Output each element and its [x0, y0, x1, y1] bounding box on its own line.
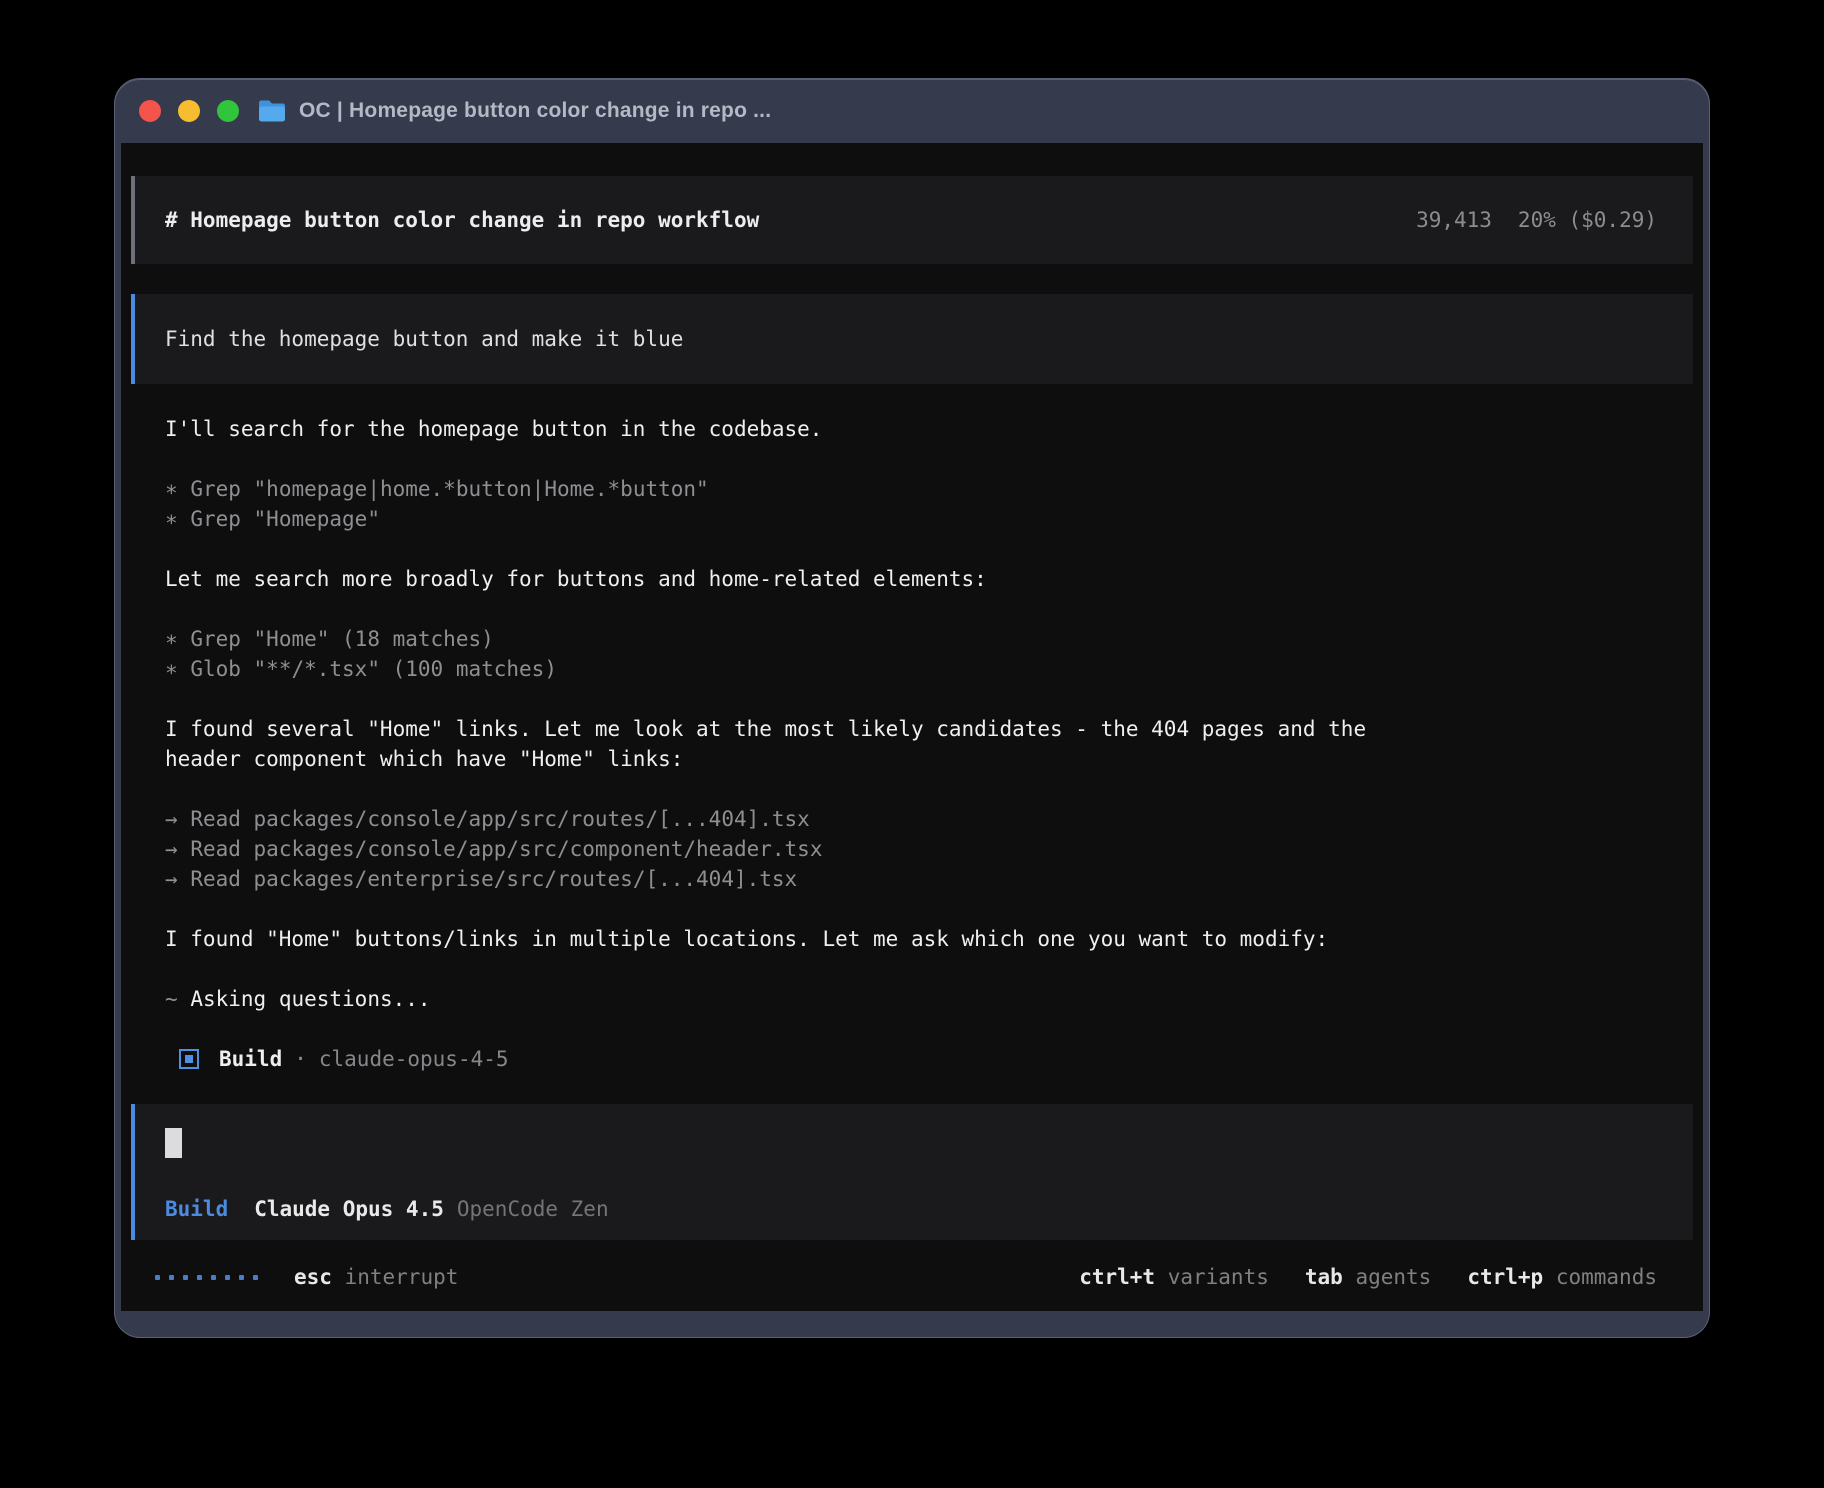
hint-agents: tab agents — [1305, 1262, 1431, 1292]
hint-commands: ctrl+p commands — [1467, 1262, 1657, 1292]
composer-meta: Build Claude Opus 4.5 OpenCode Zen — [165, 1194, 1663, 1224]
prompt-input[interactable]: Build Claude Opus 4.5 OpenCode Zen — [131, 1104, 1693, 1240]
zoom-button[interactable] — [217, 100, 239, 122]
tool-call-glob: ∗ Glob "**/*.tsx" (100 matches) — [165, 654, 1693, 684]
traffic-lights — [139, 100, 239, 122]
working-status: ~ Asking questions... — [165, 984, 1693, 1014]
session-header: # Homepage button color change in repo w… — [131, 176, 1693, 264]
asterisk-marker-icon: ∗ — [165, 477, 178, 501]
asterisk-marker-icon: ∗ — [165, 507, 178, 531]
user-message: Find the homepage button and make it blu… — [131, 294, 1693, 384]
folder-icon — [257, 99, 287, 123]
tool-call-group: ∗ Grep "homepage|home.*button|Home.*butt… — [165, 474, 1693, 534]
tilde-marker-icon: ~ — [165, 987, 178, 1011]
tool-call-grep: ∗ Grep "Homepage" — [165, 504, 1693, 534]
tool-call-read: → Read packages/console/app/src/routes/[… — [165, 804, 1693, 834]
assistant-paragraph: I'll search for the homepage button in t… — [165, 414, 1693, 444]
status-left: esc interrupt — [155, 1262, 458, 1292]
arrow-marker-icon: → — [165, 807, 178, 831]
context-cost: 20% ($0.29) — [1518, 205, 1657, 235]
agent-model: claude-opus-4-5 — [319, 1044, 509, 1074]
status-bar: esc interrupt ctrl+t variants tab agents… — [131, 1262, 1693, 1292]
agent-badge: Build · claude-opus-4-5 — [165, 1044, 1693, 1074]
close-button[interactable] — [139, 100, 161, 122]
tool-call-grep: ∗ Grep "Home" (18 matches) — [165, 624, 1693, 654]
tool-call-grep: ∗ Grep "homepage|home.*button|Home.*butt… — [165, 474, 1693, 504]
arrow-marker-icon: → — [165, 867, 178, 891]
tool-call-group: → Read packages/console/app/src/routes/[… — [165, 804, 1693, 894]
assistant-paragraph: I found several "Home" links. Let me loo… — [165, 714, 1693, 774]
tool-call-read: → Read packages/console/app/src/componen… — [165, 834, 1693, 864]
arrow-marker-icon: → — [165, 837, 178, 861]
asterisk-marker-icon: ∗ — [165, 627, 178, 651]
title-group: OC | Homepage button color change in rep… — [257, 99, 771, 123]
asterisk-marker-icon: ∗ — [165, 657, 178, 681]
composer-provider: OpenCode Zen — [457, 1194, 609, 1224]
composer-mode[interactable]: Build — [165, 1194, 228, 1224]
session-title: # Homepage button color change in repo w… — [165, 205, 759, 235]
separator-dot: · — [294, 1044, 307, 1074]
status-right: ctrl+t variants tab agents ctrl+p comman… — [1079, 1262, 1657, 1292]
tool-call-read: → Read packages/enterprise/src/routes/[.… — [165, 864, 1693, 894]
build-agent-icon — [179, 1049, 199, 1069]
terminal-content: # Homepage button color change in repo w… — [121, 143, 1703, 1311]
window-title: OC | Homepage button color change in rep… — [299, 99, 771, 123]
token-count: 39,413 — [1416, 205, 1492, 235]
hint-interrupt: esc interrupt — [294, 1262, 458, 1292]
session-stats: 39,413 20% ($0.29) — [1416, 205, 1657, 235]
progress-dots-icon — [155, 1275, 258, 1280]
assistant-paragraph: I found "Home" buttons/links in multiple… — [165, 924, 1693, 954]
assistant-paragraph: Let me search more broadly for buttons a… — [165, 564, 1693, 594]
hint-variants: ctrl+t variants — [1079, 1262, 1269, 1292]
window-titlebar[interactable]: OC | Homepage button color change in rep… — [115, 79, 1709, 143]
text-cursor — [165, 1128, 182, 1158]
conversation: I'll search for the homepage button in t… — [121, 414, 1703, 1074]
composer-model[interactable]: Claude Opus 4.5 — [254, 1194, 444, 1224]
user-message-text: Find the homepage button and make it blu… — [165, 324, 683, 354]
tool-call-group: ∗ Grep "Home" (18 matches) ∗ Glob "**/*.… — [165, 624, 1693, 684]
minimize-button[interactable] — [178, 100, 200, 122]
terminal-window: OC | Homepage button color change in rep… — [114, 78, 1710, 1338]
desktop-background: OC | Homepage button color change in rep… — [0, 0, 1824, 1488]
agent-name: Build — [219, 1044, 282, 1074]
